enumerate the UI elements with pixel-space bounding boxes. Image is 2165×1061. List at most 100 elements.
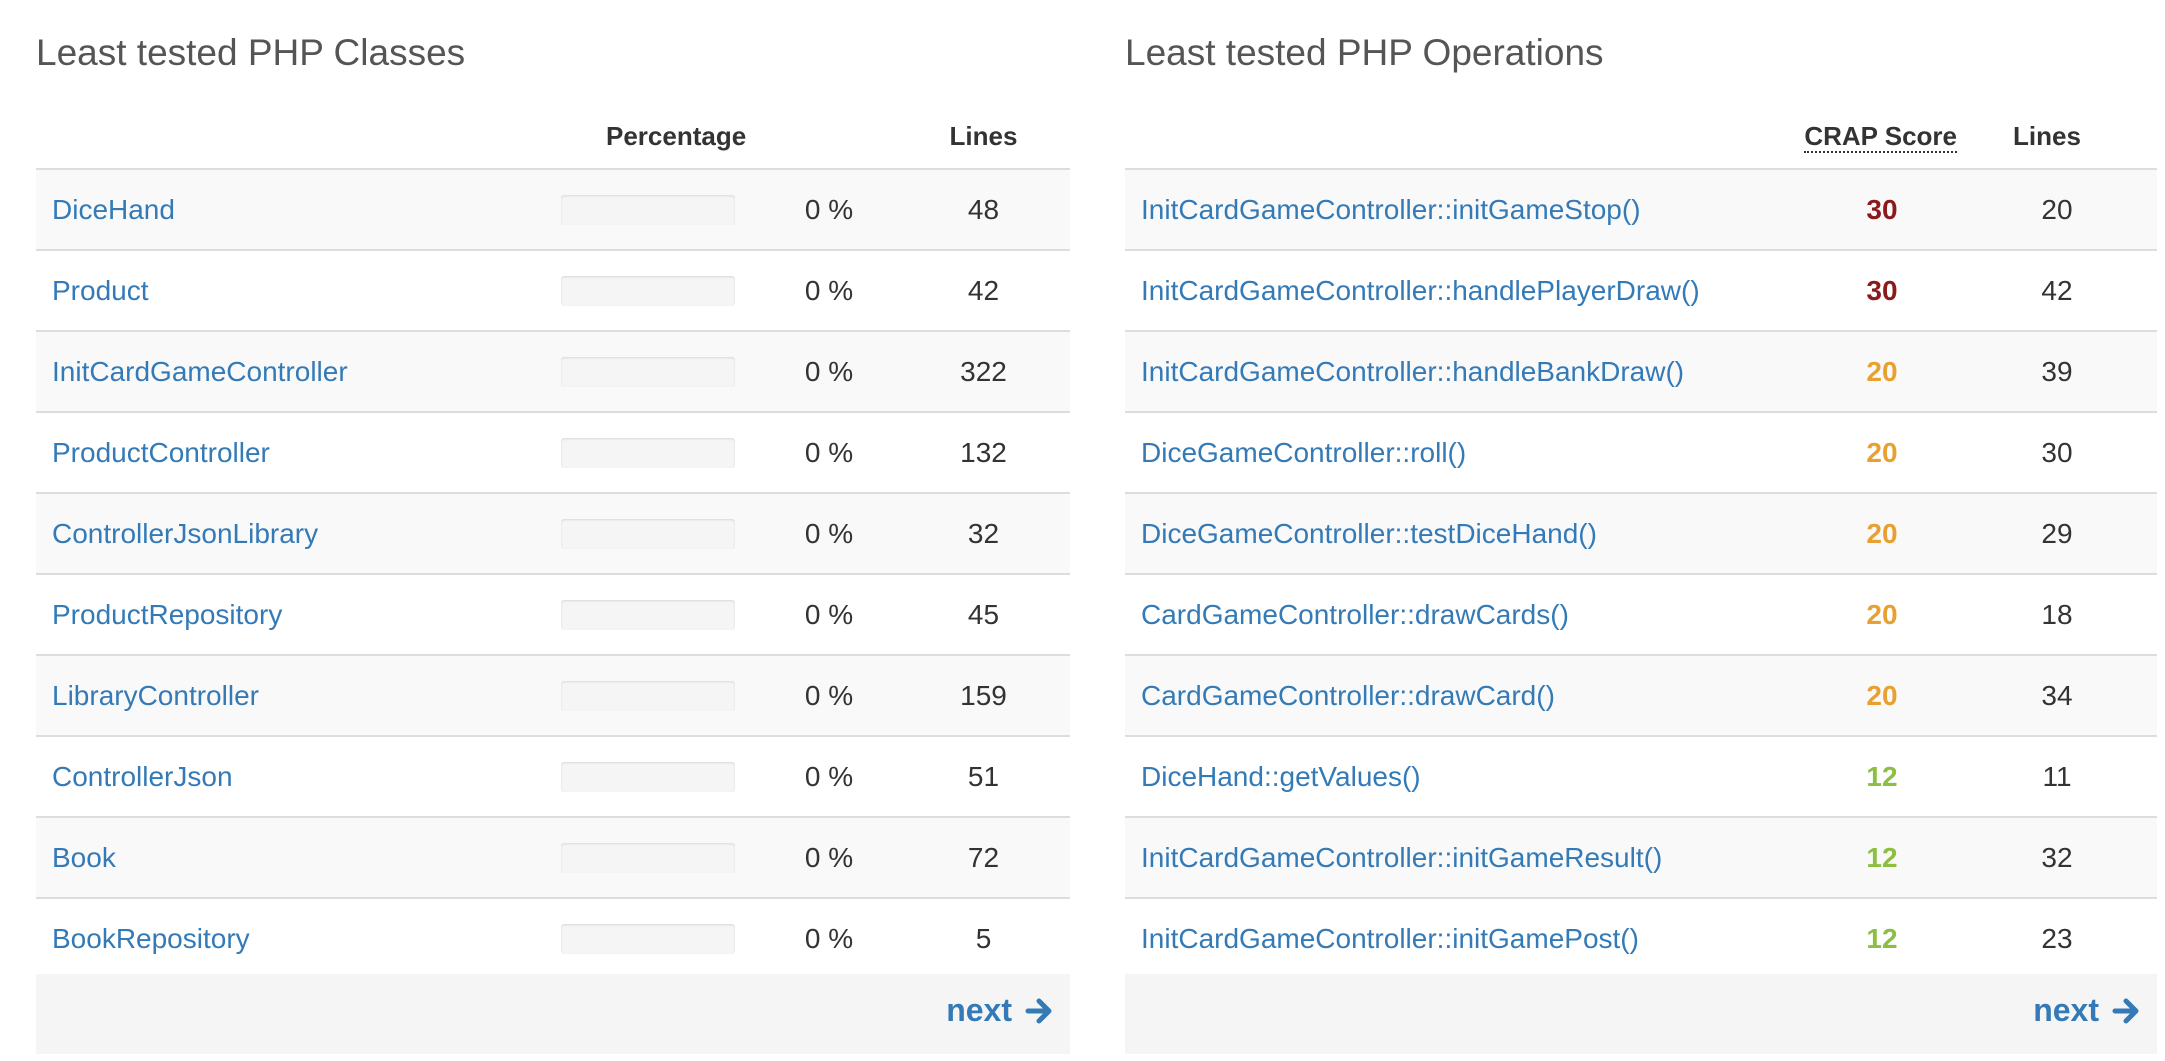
class-name-cell: InitCardGameController bbox=[36, 331, 561, 413]
class-link[interactable]: ControllerJsonLibrary bbox=[52, 518, 318, 549]
operation-lines: 42 bbox=[1957, 250, 2157, 332]
operation-link[interactable]: DiceGameController::testDiceHand() bbox=[1141, 518, 1597, 549]
class-link[interactable]: ProductRepository bbox=[52, 599, 282, 630]
crap-score-cell: 20 bbox=[1735, 574, 1957, 656]
classes-panel-title: Least tested PHP Classes bbox=[36, 32, 466, 73]
operation-lines: 11 bbox=[1957, 736, 2157, 818]
crap-score-cell: 30 bbox=[1735, 169, 1957, 251]
coverage-progress-bar bbox=[561, 356, 735, 387]
table-row: InitCardGameController::handleBankDraw()… bbox=[1125, 331, 2157, 413]
classes-next-button[interactable]: next bbox=[946, 992, 1056, 1029]
class-link[interactable]: ProductController bbox=[52, 437, 270, 468]
operation-lines: 23 bbox=[1957, 898, 2157, 982]
crap-score: 12 bbox=[1866, 841, 1898, 873]
class-lines: 45 bbox=[897, 574, 1070, 656]
classes-next-label: next bbox=[946, 992, 1012, 1028]
class-lines-header: Lines bbox=[897, 104, 1070, 170]
coverage-percent: 0 % bbox=[761, 493, 897, 575]
operations-table-header: CRAP Score Lines bbox=[1125, 104, 2157, 170]
coverage-percent: 0 % bbox=[761, 736, 897, 818]
coverage-percent: 0 % bbox=[761, 655, 897, 737]
coverage-progress-bar bbox=[561, 599, 735, 630]
coverage-bar-cell bbox=[561, 898, 761, 982]
operation-link[interactable]: InitCardGameController::initGameResult() bbox=[1141, 842, 1662, 873]
operation-lines: 20 bbox=[1957, 169, 2157, 251]
operations-next-button[interactable]: next bbox=[2033, 992, 2143, 1029]
class-lines: 322 bbox=[897, 331, 1070, 413]
operation-link[interactable]: InitCardGameController::handlePlayerDraw… bbox=[1141, 275, 1700, 306]
operation-link[interactable]: InitCardGameController::initGamePost() bbox=[1141, 923, 1639, 954]
arrow-right-icon bbox=[2112, 998, 2139, 1023]
operation-name-cell: DiceHand::getValues() bbox=[1125, 736, 1735, 818]
operation-link[interactable]: DiceHand::getValues() bbox=[1141, 761, 1421, 792]
class-lines: 42 bbox=[897, 250, 1070, 332]
class-lines: 72 bbox=[897, 817, 1070, 899]
coverage-bar-cell bbox=[561, 331, 761, 413]
coverage-bar-cell bbox=[561, 250, 761, 332]
operation-lines: 32 bbox=[1957, 817, 2157, 899]
class-link[interactable]: ControllerJson bbox=[52, 761, 233, 792]
coverage-bar-cell bbox=[561, 817, 761, 899]
table-row: DiceHand::getValues() 12 11 bbox=[1125, 736, 2157, 818]
coverage-progress-bar bbox=[561, 275, 735, 306]
operation-name-cell: DiceGameController::roll() bbox=[1125, 412, 1735, 494]
crap-score-cell: 30 bbox=[1735, 250, 1957, 332]
operation-name-cell: InitCardGameController::initGamePost() bbox=[1125, 898, 1735, 982]
table-row: ProductController 0 % 132 bbox=[36, 412, 1070, 494]
operation-link[interactable]: CardGameController::drawCard() bbox=[1141, 680, 1555, 711]
crap-score: 20 bbox=[1866, 679, 1898, 711]
table-row: DiceGameController::testDiceHand() 20 29 bbox=[1125, 493, 2157, 575]
crap-score-cell: 12 bbox=[1735, 898, 1957, 982]
class-lines: 51 bbox=[897, 736, 1070, 818]
class-name-cell: DiceHand bbox=[36, 169, 561, 251]
table-row: InitCardGameController::initGameResult()… bbox=[1125, 817, 2157, 899]
crap-score: 30 bbox=[1866, 274, 1898, 306]
table-row: InitCardGameController 0 % 322 bbox=[36, 331, 1070, 413]
class-link[interactable]: BookRepository bbox=[52, 923, 250, 954]
crap-score-cell: 20 bbox=[1735, 331, 1957, 413]
class-name-cell: ControllerJson bbox=[36, 736, 561, 818]
class-link[interactable]: LibraryController bbox=[52, 680, 259, 711]
operation-name-header bbox=[1125, 104, 1735, 170]
operations-next-label: next bbox=[2033, 992, 2099, 1028]
arrow-right-icon bbox=[1025, 998, 1052, 1023]
crap-score: 20 bbox=[1866, 598, 1898, 630]
operation-lines: 18 bbox=[1957, 574, 2157, 656]
table-row: ControllerJsonLibrary 0 % 32 bbox=[36, 493, 1070, 575]
operation-link[interactable]: InitCardGameController::initGameStop() bbox=[1141, 194, 1641, 225]
class-lines: 32 bbox=[897, 493, 1070, 575]
coverage-progress-bar bbox=[561, 680, 735, 711]
coverage-percent: 0 % bbox=[761, 898, 897, 982]
class-name-cell: Product bbox=[36, 250, 561, 332]
class-link[interactable]: DiceHand bbox=[52, 194, 175, 225]
crap-score: 20 bbox=[1866, 355, 1898, 387]
coverage-progress-bar bbox=[561, 842, 735, 873]
crap-score: 20 bbox=[1866, 517, 1898, 549]
class-link[interactable]: Product bbox=[52, 275, 149, 306]
coverage-progress-bar bbox=[561, 437, 735, 468]
operation-lines: 29 bbox=[1957, 493, 2157, 575]
operation-name-cell: InitCardGameController::handleBankDraw() bbox=[1125, 331, 1735, 413]
class-name-header bbox=[36, 104, 561, 170]
coverage-bar-cell bbox=[561, 493, 761, 575]
operation-link[interactable]: InitCardGameController::handleBankDraw() bbox=[1141, 356, 1684, 387]
coverage-percent: 0 % bbox=[761, 412, 897, 494]
table-row: ProductRepository 0 % 45 bbox=[36, 574, 1070, 656]
table-row: CardGameController::drawCard() 20 34 bbox=[1125, 655, 2157, 737]
crap-score: 20 bbox=[1866, 436, 1898, 468]
operation-name-cell: InitCardGameController::handlePlayerDraw… bbox=[1125, 250, 1735, 332]
coverage-bar-cell bbox=[561, 574, 761, 656]
crap-score-cell: 20 bbox=[1735, 412, 1957, 494]
percentage-header: Percentage bbox=[561, 104, 897, 170]
coverage-percent: 0 % bbox=[761, 331, 897, 413]
classes-table-body: DiceHand 0 % 48 Product 0 % 42 InitCardGameCon… bbox=[36, 169, 1070, 982]
crap-score-header-label: CRAP Score bbox=[1804, 120, 1957, 153]
table-row: Product 0 % 42 bbox=[36, 250, 1070, 332]
crap-score-cell: 20 bbox=[1735, 655, 1957, 737]
coverage-percent: 0 % bbox=[761, 250, 897, 332]
table-row: InitCardGameController::initGamePost() 12… bbox=[1125, 898, 2157, 982]
class-link[interactable]: Book bbox=[52, 842, 116, 873]
class-link[interactable]: InitCardGameController bbox=[52, 356, 348, 387]
operation-link[interactable]: DiceGameController::roll() bbox=[1141, 437, 1466, 468]
operation-link[interactable]: CardGameController::drawCards() bbox=[1141, 599, 1569, 630]
